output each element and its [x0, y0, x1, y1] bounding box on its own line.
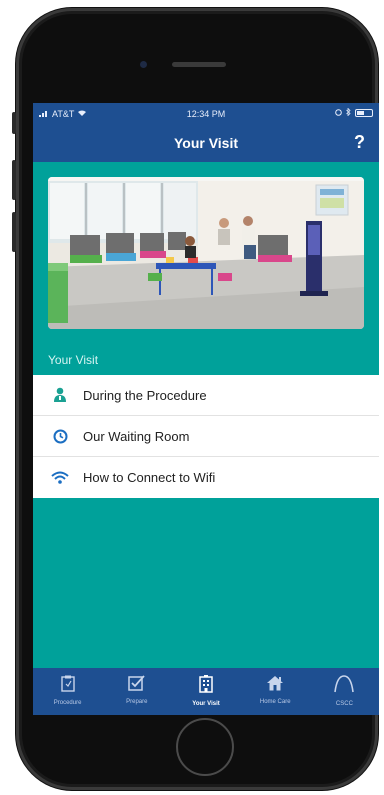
home-icon	[266, 675, 284, 696]
volume-up-button	[12, 160, 16, 200]
navigation-bar: Your Visit ?	[33, 125, 379, 162]
tab-label: Procedure	[53, 700, 82, 706]
tab-home-care[interactable]: Home Care	[241, 668, 310, 715]
tab-label: Your Visit	[192, 701, 220, 707]
list-item-label: Our Waiting Room	[83, 428, 190, 444]
building-icon	[198, 675, 214, 698]
doctor-icon	[49, 387, 71, 403]
page-title: Your Visit	[173, 135, 239, 151]
section-title: Your Visit	[48, 353, 99, 367]
tab-procedure[interactable]: Procedure	[33, 668, 102, 715]
list-item-wifi[interactable]: How to Connect to Wifi	[33, 457, 379, 498]
home-button[interactable]	[176, 718, 234, 776]
list-item-during-procedure[interactable]: During the Procedure	[33, 375, 379, 416]
list-item-label: How to Connect to Wifi	[83, 470, 216, 485]
mute-switch	[12, 112, 16, 134]
front-camera	[140, 61, 147, 68]
battery-icon	[355, 109, 373, 117]
status-right	[335, 107, 373, 118]
tab-prepare[interactable]: Prepare	[102, 668, 171, 715]
app-screen: AT&T 12:34 PM Your Visit ? Your Visit Du…	[33, 103, 379, 715]
bluetooth-icon	[346, 107, 351, 118]
arch-logo-icon	[333, 675, 355, 698]
waiting-room-photo	[48, 177, 364, 329]
tab-label: Prepare	[126, 699, 148, 705]
tab-your-visit[interactable]: Your Visit	[171, 668, 240, 715]
wifi-icon	[49, 471, 71, 484]
clipboard-icon	[60, 675, 75, 697]
volume-down-button	[12, 212, 16, 252]
status-time: 12:34 PM	[186, 109, 226, 119]
list-item-waiting-room[interactable]: Our Waiting Room	[33, 416, 379, 457]
list-item-label: During the Procedure	[83, 387, 207, 403]
tab-cscc[interactable]: CSCC	[310, 668, 379, 715]
tab-bar: Procedure Prepare Your Visit Home Care C…	[33, 668, 379, 715]
tab-label: Home Care	[259, 699, 291, 705]
visit-menu-list: During the Procedure Our Waiting Room Ho…	[33, 375, 379, 498]
earpiece-speaker	[172, 62, 226, 67]
location-icon	[335, 108, 342, 118]
clock-icon	[49, 429, 71, 444]
checkbox-icon	[128, 675, 145, 696]
status-bar: AT&T 12:34 PM	[33, 103, 379, 125]
tab-label: CSCC	[335, 701, 353, 707]
help-button[interactable]: ?	[354, 132, 365, 153]
